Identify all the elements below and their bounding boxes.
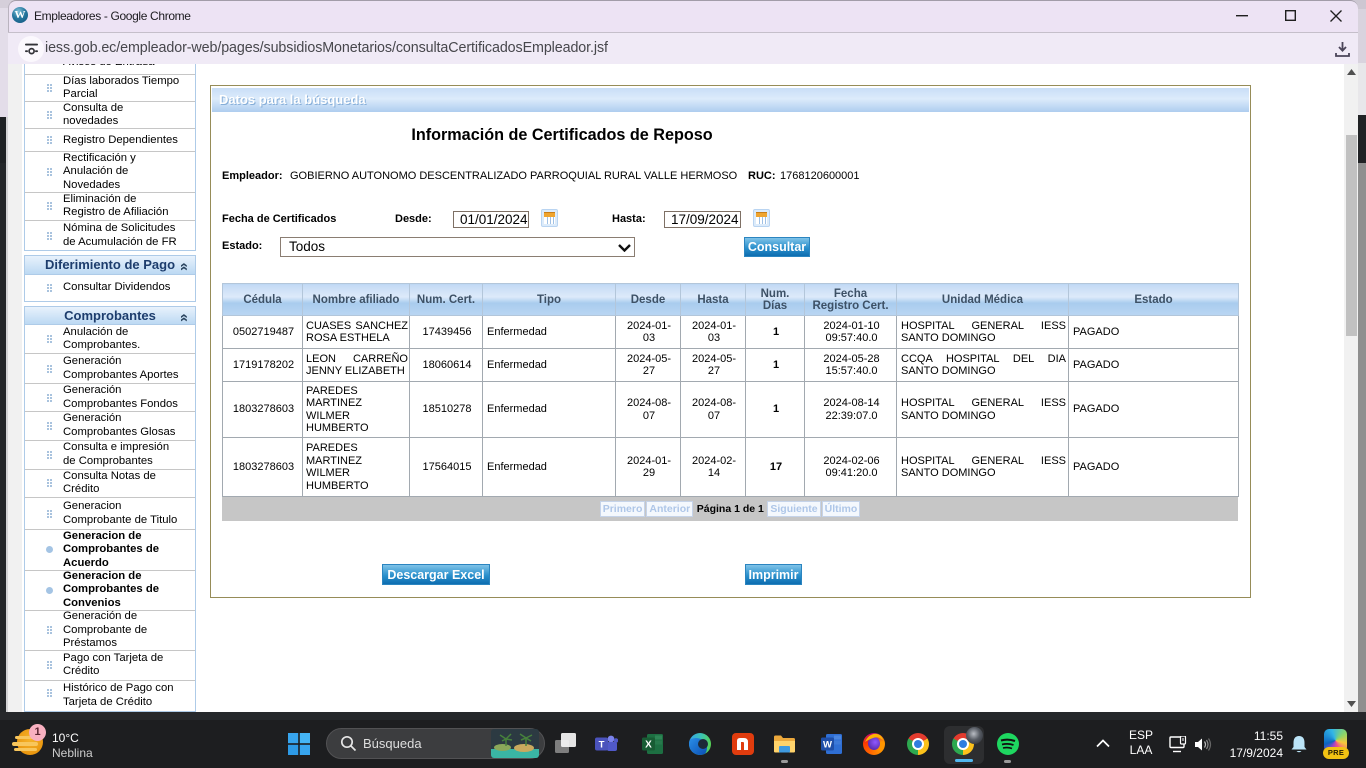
svg-text:W: W xyxy=(823,740,832,751)
svg-text:X: X xyxy=(645,740,652,751)
svg-text:T: T xyxy=(599,740,605,751)
